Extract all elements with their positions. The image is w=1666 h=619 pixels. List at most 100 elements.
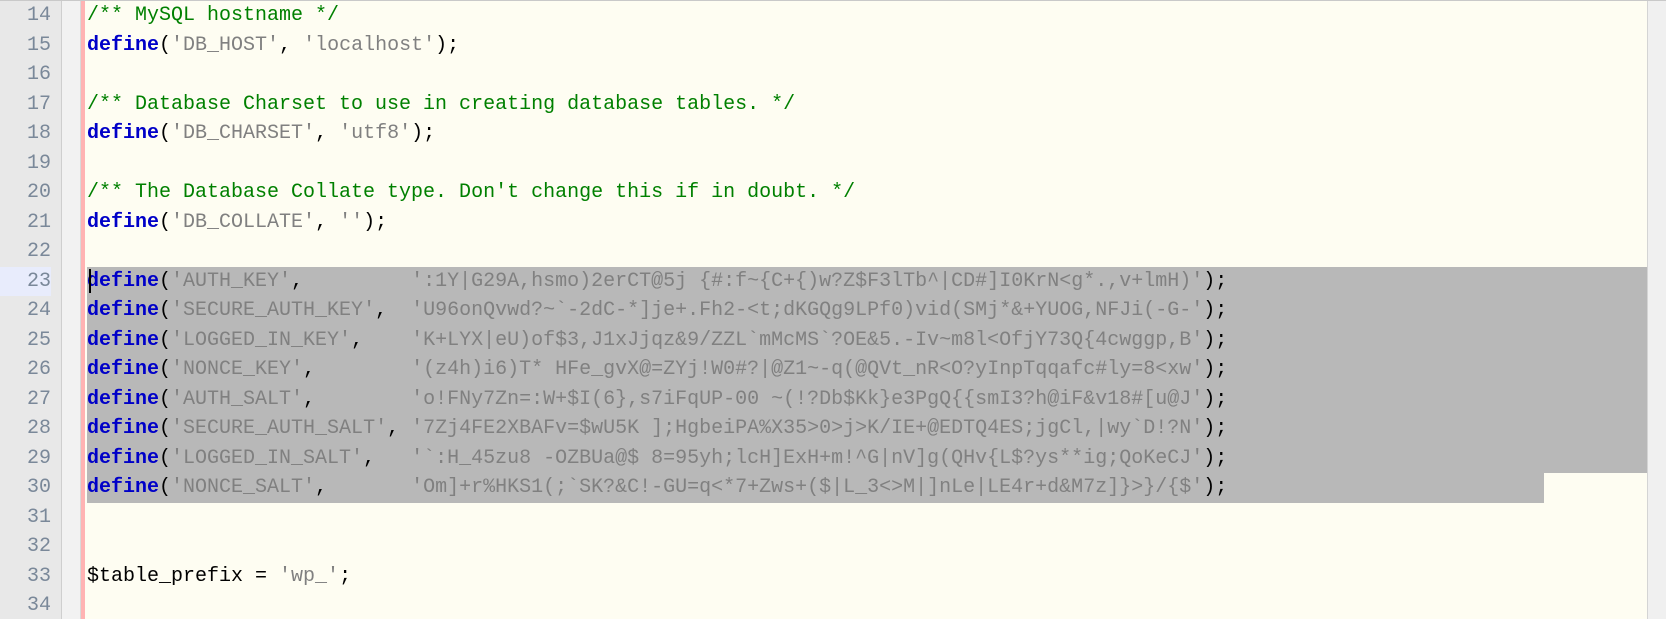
code-line[interactable]: /** Database Charset to use in creating … <box>87 90 1666 120</box>
code-token: 'utf8' <box>339 122 411 145</box>
code-token: 'Om]+r%HKS1(;`SK?&C!-GU=q<*7+Zws+($|L_3<… <box>411 476 1203 499</box>
code-line[interactable] <box>87 237 1666 267</box>
code-editor[interactable]: 1415161718192021222324252627282930313233… <box>0 0 1666 619</box>
line-number: 28 <box>0 414 51 444</box>
code-token: 'NONCE_KEY' <box>171 358 303 381</box>
code-token: , <box>351 329 411 352</box>
code-token: '`:H_45zu8 -OZBUa@$ 8=95yh;lcH]ExH+m!^G|… <box>411 447 1203 470</box>
code-token: , <box>315 122 339 145</box>
code-token: , <box>375 299 411 322</box>
code-token: , <box>315 211 339 234</box>
code-token: 'AUTH_SALT' <box>171 388 303 411</box>
code-token: , <box>363 447 411 470</box>
code-line[interactable]: define('SECURE_AUTH_SALT', '7Zj4FE2XBAFv… <box>87 414 1666 444</box>
code-token: ( <box>159 447 171 470</box>
code-token: 'U96onQvwd?~`-2dC-*]je+.Fh2-<t;dKGQg9LPf… <box>411 299 1203 322</box>
line-number: 18 <box>0 119 51 149</box>
code-token: define <box>87 122 159 145</box>
code-line[interactable]: /** The Database Collate type. Don't cha… <box>87 178 1666 208</box>
code-token: 'o!FNy7Zn=:W+$I(6},s7iFqUP-00 ~(!?Db$Kk}… <box>411 388 1203 411</box>
code-token: ); <box>1203 476 1227 499</box>
code-token: 'localhost' <box>303 34 435 57</box>
code-line[interactable] <box>87 60 1666 90</box>
line-number: 24 <box>0 296 51 326</box>
code-line[interactable] <box>87 532 1666 562</box>
code-token: ( <box>159 388 171 411</box>
code-token: ); <box>1203 270 1227 293</box>
code-token: 'DB_CHARSET' <box>171 122 315 145</box>
code-token: ( <box>159 358 171 381</box>
code-token: /** MySQL hostname */ <box>87 4 339 27</box>
code-line[interactable]: define('DB_HOST', 'localhost'); <box>87 31 1666 61</box>
code-token: 'DB_COLLATE' <box>171 211 315 234</box>
code-token: define <box>87 447 159 470</box>
code-token: ); <box>1203 417 1227 440</box>
line-number: 23 <box>0 267 51 297</box>
code-line[interactable] <box>87 149 1666 179</box>
code-line[interactable]: define('DB_COLLATE', ''); <box>87 208 1666 238</box>
line-number: 26 <box>0 355 51 385</box>
code-token: ( <box>159 329 171 352</box>
line-number: 34 <box>0 591 51 619</box>
fold-strip <box>62 1 81 619</box>
line-number: 22 <box>0 237 51 267</box>
line-number: 31 <box>0 503 51 533</box>
code-token: ); <box>1203 447 1227 470</box>
code-token: ); <box>411 122 435 145</box>
code-line[interactable]: define('NONCE_SALT', 'Om]+r%HKS1(;`SK?&C… <box>87 473 1666 503</box>
code-token: , <box>303 358 411 381</box>
code-token: 'LOGGED_IN_KEY' <box>171 329 351 352</box>
code-token: ( <box>159 417 171 440</box>
code-token: 'wp_' <box>279 565 339 588</box>
code-token: define <box>87 388 159 411</box>
code-line[interactable]: define('SECURE_AUTH_KEY', 'U96onQvwd?~`-… <box>87 296 1666 326</box>
code-token: 'DB_HOST' <box>171 34 279 57</box>
code-line[interactable] <box>87 591 1666 619</box>
code-line[interactable]: define('DB_CHARSET', 'utf8'); <box>87 119 1666 149</box>
code-token: define <box>87 417 159 440</box>
code-token: , <box>303 388 411 411</box>
code-line[interactable] <box>87 503 1666 533</box>
code-token: ); <box>1203 388 1227 411</box>
code-token: define <box>87 476 159 499</box>
code-token: $table_prefix <box>87 565 243 588</box>
code-line[interactable]: /** MySQL hostname */ <box>87 1 1666 31</box>
code-area[interactable]: /** MySQL hostname */define('DB_HOST', '… <box>85 1 1666 619</box>
text-caret <box>89 269 91 293</box>
code-token: ( <box>159 270 171 293</box>
code-token: '' <box>339 211 363 234</box>
code-token: ); <box>1203 329 1227 352</box>
code-line[interactable]: define('LOGGED_IN_KEY', 'K+LYX|eU)of$3,J… <box>87 326 1666 356</box>
code-token: 'LOGGED_IN_SALT' <box>171 447 363 470</box>
line-number: 15 <box>0 31 51 61</box>
code-token: ( <box>159 476 171 499</box>
code-token: define <box>87 270 159 293</box>
code-token: define <box>87 358 159 381</box>
line-number-gutter: 1415161718192021222324252627282930313233… <box>0 1 62 619</box>
line-number: 32 <box>0 532 51 562</box>
code-token: 'AUTH_KEY' <box>171 270 291 293</box>
vertical-scrollbar[interactable] <box>1647 1 1666 619</box>
code-line[interactable]: $table_prefix = 'wp_'; <box>87 562 1666 592</box>
code-token: define <box>87 299 159 322</box>
code-line[interactable]: define('LOGGED_IN_SALT', '`:H_45zu8 -OZB… <box>87 444 1666 474</box>
line-number: 16 <box>0 60 51 90</box>
line-number: 17 <box>0 90 51 120</box>
code-line[interactable]: define('AUTH_SALT', 'o!FNy7Zn=:W+$I(6},s… <box>87 385 1666 415</box>
code-token: define <box>87 211 159 234</box>
code-token: , <box>279 34 303 57</box>
code-token: ); <box>1203 358 1227 381</box>
line-number: 21 <box>0 208 51 238</box>
code-token: ( <box>159 122 171 145</box>
line-number: 33 <box>0 562 51 592</box>
code-token: ':1Y|G29A,hsmo)2erCT@5j {#:f~{C+{)w?Z$F3… <box>411 270 1203 293</box>
code-token: ; <box>339 565 351 588</box>
code-line[interactable]: define('AUTH_KEY', ':1Y|G29A,hsmo)2erCT@… <box>87 267 1666 297</box>
line-number: 20 <box>0 178 51 208</box>
code-token: , <box>291 270 411 293</box>
code-line[interactable]: define('NONCE_KEY', '(z4h)i6)T* HFe_gvX@… <box>87 355 1666 385</box>
code-token: define <box>87 329 159 352</box>
code-token: '7Zj4FE2XBAFv=$wU5K ];HgbeiPA%X35>0>j>K/… <box>411 417 1203 440</box>
line-number: 30 <box>0 473 51 503</box>
code-token: ); <box>435 34 459 57</box>
